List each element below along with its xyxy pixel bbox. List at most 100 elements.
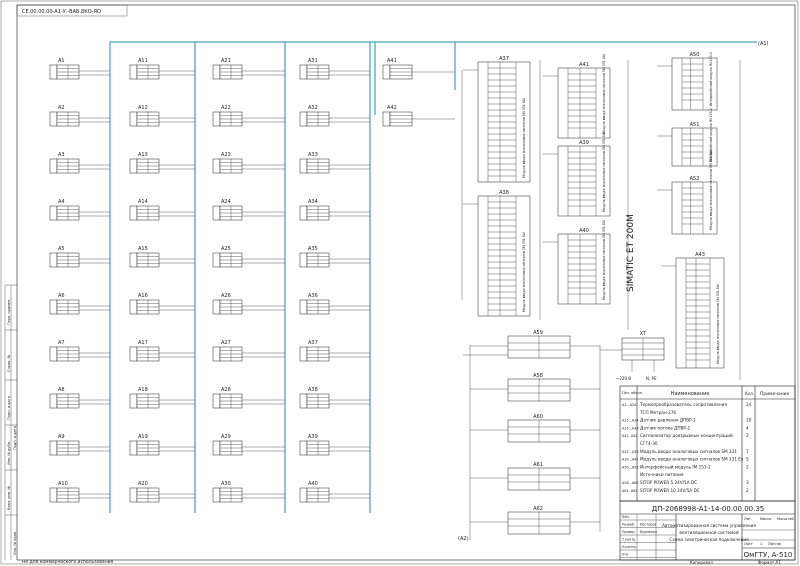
sensor-label: A17: [138, 340, 148, 346]
sensor-body: [299, 111, 308, 127]
power-supply-label: A61: [533, 462, 543, 468]
sensor-label: A38: [308, 387, 318, 393]
power-supply-label: A62: [533, 506, 543, 512]
module-desc: Модуль ввода аналоговых сигналов SM 331 …: [602, 220, 606, 300]
sensor-body: [49, 440, 58, 456]
sensor-label: A1: [58, 58, 65, 64]
title-line-1: вентиляционной системой: [679, 530, 738, 535]
sensor-label: A9: [58, 434, 65, 440]
sensor-body: [299, 346, 308, 362]
spec-row: A58...A60 SITOP POWER 5 24V/5A DC 3: [622, 480, 749, 485]
sensor-label: A4: [58, 199, 65, 205]
spec-pos: A58...A60: [622, 481, 639, 485]
sensor-body: [49, 299, 58, 315]
sensor-a31: A31: [299, 58, 370, 80]
io-module-a51: A51 Интерфейсный модуль IM 153-2: [657, 108, 718, 167]
drawing-code: ДП-2068998-А1-14-00.00.00.35: [652, 505, 764, 513]
sensor-body: [299, 440, 308, 456]
power-supply-a60: A60: [470, 414, 600, 443]
sensor-a33: A33: [299, 152, 370, 174]
power-supply-a59: A59: [470, 330, 600, 359]
sensor-a38: A38: [299, 387, 370, 409]
sensor-body: [129, 158, 138, 174]
sheet-scale: Масштаб: [777, 517, 794, 521]
module-label: A39: [579, 140, 589, 146]
spec-name: Датчик потока ДПВР-2: [640, 425, 690, 430]
io-module-a41: A41 Модуль ввода аналоговых сигналов SM 3…: [543, 54, 611, 139]
sensor-body: [299, 487, 308, 503]
sensor-a14: A14: [129, 199, 195, 221]
sensor-label: A6: [58, 293, 65, 299]
spec-name: Модуль ввода аналоговых сигналов SM 331 …: [640, 457, 744, 462]
sensor-a13: A13: [129, 152, 195, 174]
sensor-body: [299, 205, 308, 221]
spec-header-note: Примечание: [760, 391, 790, 397]
sensor-label: A3: [58, 152, 65, 158]
margin-line-6: Инв. № подл.: [13, 531, 17, 555]
module-label: A43: [695, 252, 705, 258]
margin-line-5: Подп. и дата: [13, 426, 17, 450]
module-label: A52: [690, 176, 700, 182]
spec-pos: A50...A53: [622, 465, 639, 469]
io-module-a40: A40 Модуль ввода аналоговых сигналов SM 3…: [543, 220, 611, 305]
sensor-a24: A24: [212, 199, 285, 221]
spec-qty: 7: [746, 449, 749, 454]
xt-label: XT: [640, 331, 647, 337]
spec-pos: A39...A41: [622, 458, 639, 462]
sensor-a17: A17: [129, 340, 195, 362]
spec-qty: 10: [746, 418, 752, 423]
spec-name: Сигнализатор довзрывных концентраций: [640, 433, 733, 438]
sensor-body: [129, 64, 138, 80]
power-supply-a62: A62: [470, 506, 600, 535]
sensor-body: [129, 346, 138, 362]
simatic-label: SIMATIC ET 200M: [626, 214, 636, 292]
sensor-label: A34: [308, 199, 318, 205]
sensor-label: A22: [221, 105, 231, 111]
power-supply-a58: A58: [470, 373, 600, 402]
sensor-label: A18: [138, 387, 148, 393]
sensor-a32: A32: [299, 105, 370, 127]
power-supply-a61: A61: [470, 462, 600, 491]
spec-row: Источники питания: [640, 472, 684, 477]
copy-label: Копировал: [690, 560, 713, 565]
sensor-body: [49, 64, 58, 80]
non-commercial-note: Не для коммерческого использования: [22, 559, 114, 565]
module-desc: Модуль ввода аналоговых сигналов SM 331 …: [602, 54, 606, 134]
module-label: A37: [499, 56, 509, 62]
sensor-label: A24: [221, 199, 231, 205]
sensor-body: [299, 393, 308, 409]
title-block: ДП-2068998-А1-14-00.00.00.35 Автоматизир…: [619, 500, 796, 561]
title-line-2: Схема электрическая подключения: [669, 537, 749, 542]
sensor-a42: A42: [382, 105, 455, 127]
sensor-body: [49, 158, 58, 174]
organization: ОмГТУ, А-510: [744, 551, 793, 559]
sensor-a10: A10: [49, 481, 110, 503]
spec-name: ТСП Метран-276: [639, 410, 676, 415]
sensor-body: [299, 158, 308, 174]
module-label: A41: [579, 62, 589, 68]
power-supply-label: A60: [533, 414, 543, 420]
spec-row: A39...A41 Модуль ввода аналоговых сигнало…: [622, 457, 749, 462]
sensor-body: [49, 205, 58, 221]
sensor-a23: A23: [212, 152, 285, 174]
module-label: A50: [690, 52, 700, 58]
spec-name: SITOP POWER 10 24V/5A DC: [640, 488, 700, 493]
module-label: A38: [499, 190, 509, 196]
electrical-connection-diagram: СЕ.00.00.00-А1-У.-ВАБ.8КО-ЯО Перв. приме…: [0, 0, 799, 565]
io-module-a50: A50 Интерфейсный модуль IM 153-2: [657, 52, 718, 111]
spec-name: Модуль ввода аналоговых сигналов SM 331: [640, 449, 737, 454]
sensor-body: [49, 252, 58, 268]
sensor-a28: A28: [212, 387, 285, 409]
sensor-a19: A19: [129, 434, 195, 456]
sign-row: Изм.: [622, 515, 630, 519]
sensor-body: [212, 64, 221, 80]
sensor-grid: A1 A2 A3 A4 A5 A6 A7 A8 A9 A10 A11 A12 A13 A14 A15 A16 A…: [49, 58, 370, 503]
sensor-label: A20: [138, 481, 148, 487]
sensor-body: [49, 487, 58, 503]
format-label: Формат А1: [758, 560, 781, 565]
sheet-mass: Масса: [760, 517, 771, 521]
sensor-label: A23: [221, 152, 231, 158]
spec-qty: 2: [746, 433, 749, 438]
io-module-rack: A37 Модуль ввода аналоговых сигналов SM 3…: [461, 52, 741, 380]
spec-qty: 5: [746, 457, 749, 462]
